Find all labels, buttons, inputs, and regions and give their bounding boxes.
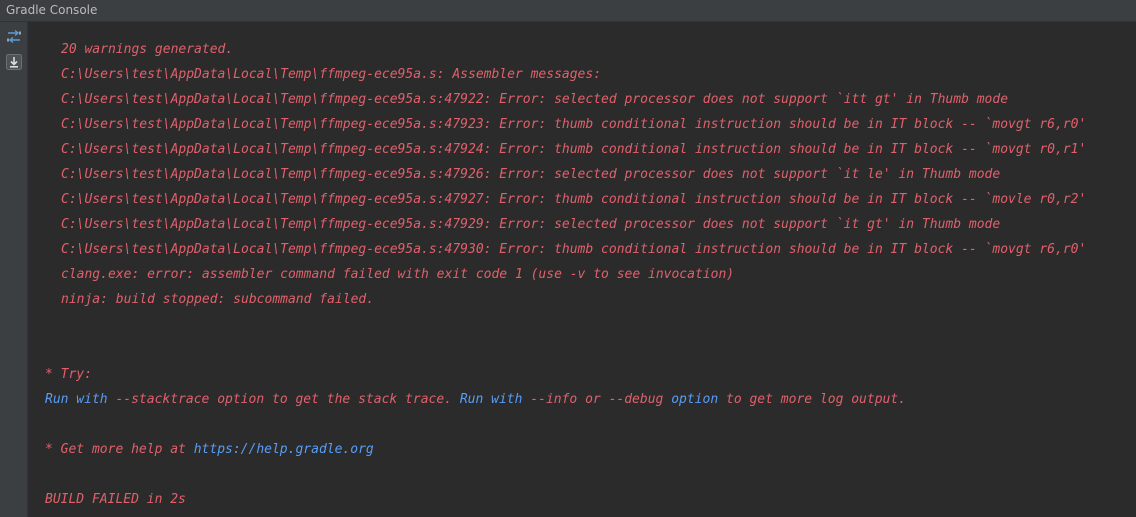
console-line: C:\Users\test\AppData\Local\Temp\ffmpeg-… bbox=[61, 192, 1087, 207]
run-with-stacktrace-link[interactable]: Run with bbox=[45, 392, 108, 407]
help-link[interactable]: https://help.gradle.org bbox=[194, 442, 374, 457]
console-line: C:\Users\test\AppData\Local\Temp\ffmpeg-… bbox=[61, 142, 1087, 157]
console-line: 20 warnings generated. bbox=[61, 42, 234, 57]
or-text: or bbox=[585, 392, 601, 407]
console-line: C:\Users\test\AppData\Local\Temp\ffmpeg-… bbox=[61, 242, 1087, 257]
help-line: * Get more help at https://help.gradle.o… bbox=[45, 441, 374, 459]
run-with-info-link[interactable]: Run with bbox=[452, 392, 523, 407]
console-line: C:\Users\test\AppData\Local\Temp\ffmpeg-… bbox=[61, 217, 1001, 232]
debug-option-link[interactable]: option bbox=[671, 392, 718, 407]
console-line: ninja: build stopped: subcommand failed. bbox=[61, 292, 375, 307]
try-suggestion-line: Run with --stacktrace option to get the … bbox=[45, 391, 906, 409]
build-status: BUILD FAILED in 2s bbox=[45, 492, 186, 507]
console-line: C:\Users\test\AppData\Local\Temp\ffmpeg-… bbox=[61, 117, 1087, 132]
toggle-view-icon[interactable] bbox=[5, 28, 23, 46]
debug-option: --debug bbox=[600, 392, 672, 407]
console-toolstrip bbox=[0, 22, 28, 517]
console-line: C:\Users\test\AppData\Local\Temp\ffmpeg-… bbox=[61, 67, 602, 82]
console-title-bar: Gradle Console bbox=[0, 0, 1136, 22]
console-line: clang.exe: error: assembler command fail… bbox=[61, 267, 735, 282]
info-option: --info bbox=[522, 392, 586, 407]
window-title: Gradle Console bbox=[6, 3, 98, 17]
scroll-to-end-icon[interactable] bbox=[5, 53, 23, 71]
help-prefix: * Get more help at bbox=[45, 442, 194, 457]
log-output-text: to get more log output. bbox=[718, 392, 907, 407]
console-output[interactable]: 20 warnings generated. C:\Users\test\App… bbox=[29, 23, 1136, 517]
stack-trace-text: option to get the stack trace. bbox=[217, 392, 453, 407]
try-header: * Try: bbox=[45, 367, 92, 382]
console-line: C:\Users\test\AppData\Local\Temp\ffmpeg-… bbox=[61, 167, 1001, 182]
console-line: C:\Users\test\AppData\Local\Temp\ffmpeg-… bbox=[61, 92, 1009, 107]
stacktrace-option: --stacktrace bbox=[107, 392, 218, 407]
